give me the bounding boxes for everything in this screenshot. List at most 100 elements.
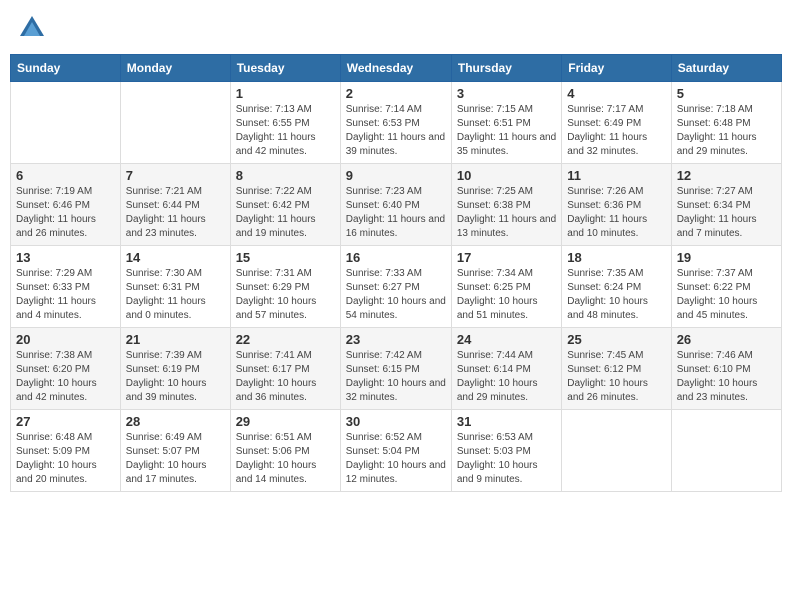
day-info: Sunrise: 7:23 AMSunset: 6:40 PMDaylight:…	[346, 185, 446, 241]
day-info: Sunrise: 6:52 AMSunset: 5:04 PMDaylight:…	[346, 431, 446, 487]
day-cell	[562, 410, 671, 492]
day-number: 2	[346, 86, 446, 101]
week-row-5: 27 Sunrise: 6:48 AMSunset: 5:09 PMDayligh…	[11, 410, 782, 492]
day-info: Sunrise: 7:46 AMSunset: 6:10 PMDaylight:…	[677, 349, 776, 405]
day-number: 4	[567, 86, 665, 101]
day-number: 18	[567, 250, 665, 265]
day-info: Sunrise: 6:51 AMSunset: 5:06 PMDaylight:…	[236, 431, 335, 487]
day-cell: 31Sunrise: 6:53 AMSunset: 5:03 PMDayligh…	[451, 410, 561, 492]
day-cell	[671, 410, 781, 492]
week-row-2: 6Sunrise: 7:19 AMSunset: 6:46 PMDaylight…	[11, 164, 782, 246]
day-cell: 8 Sunrise: 7:22 AMSunset: 6:42 PMDaylight…	[230, 164, 340, 246]
weekday-header-sunday: Sunday	[11, 55, 121, 82]
day-cell: 11 Sunrise: 7:26 AMSunset: 6:36 PMDayligh…	[562, 164, 671, 246]
day-cell: 23 Sunrise: 7:42 AMSunset: 6:15 PMDayligh…	[340, 328, 451, 410]
day-info: Sunrise: 7:29 AMSunset: 6:33 PMDaylight:…	[16, 267, 115, 323]
day-cell: 15Sunrise: 7:31 AMSunset: 6:29 PMDayligh…	[230, 246, 340, 328]
day-cell: 12 Sunrise: 7:27 AMSunset: 6:34 PMDayligh…	[671, 164, 781, 246]
day-info: Sunrise: 7:26 AMSunset: 6:36 PMDaylight:…	[567, 185, 665, 241]
day-number: 5	[677, 86, 776, 101]
day-info: Sunrise: 7:18 AMSunset: 6:48 PMDaylight:…	[677, 103, 776, 159]
day-number: 22	[236, 332, 335, 347]
day-cell: 1Sunrise: 7:13 AMSunset: 6:55 PMDaylight…	[230, 82, 340, 164]
logo	[18, 14, 50, 42]
day-cell: 10 Sunrise: 7:25 AMSunset: 6:38 PMDayligh…	[451, 164, 561, 246]
day-cell: 14 Sunrise: 7:30 AMSunset: 6:31 PMDayligh…	[120, 246, 230, 328]
day-info: Sunrise: 7:35 AMSunset: 6:24 PMDaylight:…	[567, 267, 665, 323]
day-info: Sunrise: 7:34 AMSunset: 6:25 PMDaylight:…	[457, 267, 556, 323]
day-info: Sunrise: 7:41 AMSunset: 6:17 PMDaylight:…	[236, 349, 335, 405]
day-number: 26	[677, 332, 776, 347]
day-number: 12	[677, 168, 776, 183]
weekday-header-saturday: Saturday	[671, 55, 781, 82]
day-number: 30	[346, 414, 446, 429]
day-cell: 20 Sunrise: 7:38 AMSunset: 6:20 PMDayligh…	[11, 328, 121, 410]
day-cell: 18 Sunrise: 7:35 AMSunset: 6:24 PMDayligh…	[562, 246, 671, 328]
day-number: 27	[16, 414, 115, 429]
day-number: 11	[567, 168, 665, 183]
day-info: Sunrise: 7:38 AMSunset: 6:20 PMDaylight:…	[16, 349, 115, 405]
day-info: Sunrise: 7:45 AMSunset: 6:12 PMDaylight:…	[567, 349, 665, 405]
day-number: 9	[346, 168, 446, 183]
day-info: Sunrise: 7:14 AMSunset: 6:53 PMDaylight:…	[346, 103, 446, 159]
day-info: Sunrise: 6:53 AMSunset: 5:03 PMDaylight:…	[457, 431, 556, 487]
week-row-3: 13 Sunrise: 7:29 AMSunset: 6:33 PMDayligh…	[11, 246, 782, 328]
day-number: 19	[677, 250, 776, 265]
day-number: 10	[457, 168, 556, 183]
day-number: 24	[457, 332, 556, 347]
day-info: Sunrise: 6:49 AMSunset: 5:07 PMDaylight:…	[126, 431, 225, 487]
day-cell	[120, 82, 230, 164]
day-info: Sunrise: 7:39 AMSunset: 6:19 PMDaylight:…	[126, 349, 225, 405]
day-cell: 5 Sunrise: 7:18 AMSunset: 6:48 PMDaylight…	[671, 82, 781, 164]
day-number: 8	[236, 168, 335, 183]
day-cell: 7 Sunrise: 7:21 AMSunset: 6:44 PMDaylight…	[120, 164, 230, 246]
day-info: Sunrise: 7:22 AMSunset: 6:42 PMDaylight:…	[236, 185, 335, 241]
day-cell: 30 Sunrise: 6:52 AMSunset: 5:04 PMDayligh…	[340, 410, 451, 492]
day-number: 16	[346, 250, 446, 265]
day-info: Sunrise: 7:21 AMSunset: 6:44 PMDaylight:…	[126, 185, 225, 241]
day-number: 3	[457, 86, 556, 101]
weekday-header-row: SundayMondayTuesdayWednesdayThursdayFrid…	[11, 55, 782, 82]
day-info: Sunrise: 7:13 AMSunset: 6:55 PMDaylight:…	[236, 103, 335, 159]
logo-icon	[18, 14, 46, 42]
day-info: Sunrise: 7:31 AMSunset: 6:29 PMDaylight:…	[236, 267, 335, 323]
day-info: Sunrise: 6:48 AMSunset: 5:09 PMDaylight:…	[16, 431, 115, 487]
day-number: 21	[126, 332, 225, 347]
day-cell: 4Sunrise: 7:17 AMSunset: 6:49 PMDaylight…	[562, 82, 671, 164]
day-info: Sunrise: 7:42 AMSunset: 6:15 PMDaylight:…	[346, 349, 446, 405]
day-info: Sunrise: 7:30 AMSunset: 6:31 PMDaylight:…	[126, 267, 225, 323]
day-cell: 25Sunrise: 7:45 AMSunset: 6:12 PMDayligh…	[562, 328, 671, 410]
weekday-header-tuesday: Tuesday	[230, 55, 340, 82]
day-cell: 3 Sunrise: 7:15 AMSunset: 6:51 PMDaylight…	[451, 82, 561, 164]
day-cell: 21 Sunrise: 7:39 AMSunset: 6:19 PMDayligh…	[120, 328, 230, 410]
day-number: 7	[126, 168, 225, 183]
weekday-header-monday: Monday	[120, 55, 230, 82]
day-cell: 2 Sunrise: 7:14 AMSunset: 6:53 PMDaylight…	[340, 82, 451, 164]
day-info: Sunrise: 7:44 AMSunset: 6:14 PMDaylight:…	[457, 349, 556, 405]
weekday-header-friday: Friday	[562, 55, 671, 82]
day-cell: 28 Sunrise: 6:49 AMSunset: 5:07 PMDayligh…	[120, 410, 230, 492]
day-cell: 22 Sunrise: 7:41 AMSunset: 6:17 PMDayligh…	[230, 328, 340, 410]
day-number: 6	[16, 168, 115, 183]
day-cell: 24 Sunrise: 7:44 AMSunset: 6:14 PMDayligh…	[451, 328, 561, 410]
day-cell: 16 Sunrise: 7:33 AMSunset: 6:27 PMDayligh…	[340, 246, 451, 328]
day-info: Sunrise: 7:37 AMSunset: 6:22 PMDaylight:…	[677, 267, 776, 323]
day-cell: 27 Sunrise: 6:48 AMSunset: 5:09 PMDayligh…	[11, 410, 121, 492]
day-number: 28	[126, 414, 225, 429]
day-cell: 6Sunrise: 7:19 AMSunset: 6:46 PMDaylight…	[11, 164, 121, 246]
week-row-1: 1Sunrise: 7:13 AMSunset: 6:55 PMDaylight…	[11, 82, 782, 164]
day-number: 20	[16, 332, 115, 347]
weekday-header-wednesday: Wednesday	[340, 55, 451, 82]
day-info: Sunrise: 7:33 AMSunset: 6:27 PMDaylight:…	[346, 267, 446, 323]
day-info: Sunrise: 7:27 AMSunset: 6:34 PMDaylight:…	[677, 185, 776, 241]
weekday-header-thursday: Thursday	[451, 55, 561, 82]
calendar: SundayMondayTuesdayWednesdayThursdayFrid…	[10, 54, 782, 492]
day-number: 17	[457, 250, 556, 265]
day-number: 23	[346, 332, 446, 347]
day-info: Sunrise: 7:15 AMSunset: 6:51 PMDaylight:…	[457, 103, 556, 159]
day-info: Sunrise: 7:25 AMSunset: 6:38 PMDaylight:…	[457, 185, 556, 241]
day-number: 13	[16, 250, 115, 265]
header	[10, 10, 782, 46]
day-cell: 19 Sunrise: 7:37 AMSunset: 6:22 PMDayligh…	[671, 246, 781, 328]
day-number: 14	[126, 250, 225, 265]
